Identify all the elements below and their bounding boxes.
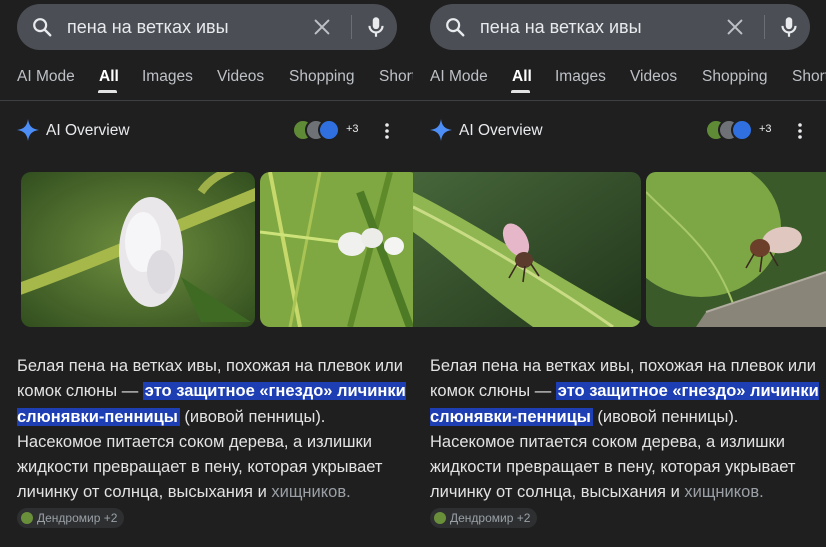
source-avatars[interactable] (705, 119, 765, 143)
photo-insect-on-stem[interactable] (646, 172, 826, 327)
search-bar[interactable]: пена на ветках ивы (430, 4, 810, 50)
answer-tail: хищников. (684, 483, 764, 502)
ai-overview-title: AI Overview (459, 122, 543, 139)
source-avatar[interactable] (731, 119, 753, 141)
search-divider (764, 15, 765, 39)
right-panel: пена на ветках ивы AI Mode All Images Vi… (413, 0, 826, 547)
more-vert-icon[interactable] (381, 120, 393, 142)
close-icon[interactable] (724, 16, 746, 38)
search-input[interactable]: пена на ветках ивы (480, 17, 642, 38)
tab-short[interactable]: Short (379, 68, 413, 86)
mic-icon[interactable] (776, 14, 802, 40)
left-panel: пена на ветках ивы AI Mode All Images Vi… (0, 0, 413, 547)
ai-overview-header: AI Overview +3 (0, 116, 413, 146)
active-tab-indicator (511, 90, 530, 93)
photo-foam-on-branch[interactable] (21, 172, 255, 327)
tab-ai-mode[interactable]: AI Mode (17, 68, 75, 86)
search-input[interactable]: пена на ветках ивы (67, 17, 229, 38)
active-tab-indicator (98, 90, 117, 93)
source-favicon (434, 511, 446, 524)
tab-shopping[interactable]: Shopping (702, 68, 768, 86)
image-carousel (413, 172, 826, 327)
tab-shopping[interactable]: Shopping (289, 68, 355, 86)
ai-overview-answer: Белая пена на ветках ивы, похожая на пле… (17, 354, 409, 531)
tab-all[interactable]: All (512, 68, 532, 86)
more-sources-count[interactable]: +3 (346, 123, 359, 135)
search-tabs: AI Mode All Images Videos Shopping Short (413, 66, 826, 96)
mic-icon[interactable] (363, 14, 389, 40)
photo-foam-on-willow[interactable] (260, 172, 413, 327)
source-avatar[interactable] (318, 119, 340, 141)
source-avatars[interactable] (292, 119, 352, 143)
ai-overview-header: AI Overview +3 (413, 116, 826, 146)
more-sources-count[interactable]: +3 (759, 123, 772, 135)
search-icon[interactable] (31, 16, 53, 38)
tab-ai-mode[interactable]: AI Mode (430, 68, 488, 86)
sparkle-icon (17, 119, 39, 141)
tab-all[interactable]: All (99, 68, 119, 86)
tabs-divider (0, 100, 413, 101)
photo-insect-on-leaf[interactable] (413, 172, 641, 327)
tab-videos[interactable]: Videos (630, 68, 677, 86)
tab-images[interactable]: Images (142, 68, 193, 86)
source-favicon (21, 511, 33, 524)
more-vert-icon[interactable] (794, 120, 806, 142)
sparkle-icon (430, 119, 452, 141)
source-chip[interactable]: Дендромир +2 (17, 507, 125, 528)
search-tabs: AI Mode All Images Videos Shopping Short (0, 66, 413, 96)
tab-short[interactable]: Short (792, 68, 826, 86)
source-chip-label: Дендромир +2 (37, 510, 118, 525)
tabs-divider (413, 100, 826, 101)
search-bar[interactable]: пена на ветках ивы (17, 4, 397, 50)
image-carousel (21, 172, 413, 327)
ai-overview-answer: Белая пена на ветках ивы, похожая на пле… (430, 354, 822, 531)
answer-tail: хищников. (271, 483, 351, 502)
search-icon[interactable] (444, 16, 466, 38)
search-divider (351, 15, 352, 39)
tab-videos[interactable]: Videos (217, 68, 264, 86)
tab-images[interactable]: Images (555, 68, 606, 86)
source-chip[interactable]: Дендромир +2 (430, 507, 538, 528)
ai-overview-title: AI Overview (46, 122, 130, 139)
source-chip-label: Дендромир +2 (450, 510, 531, 525)
close-icon[interactable] (311, 16, 333, 38)
